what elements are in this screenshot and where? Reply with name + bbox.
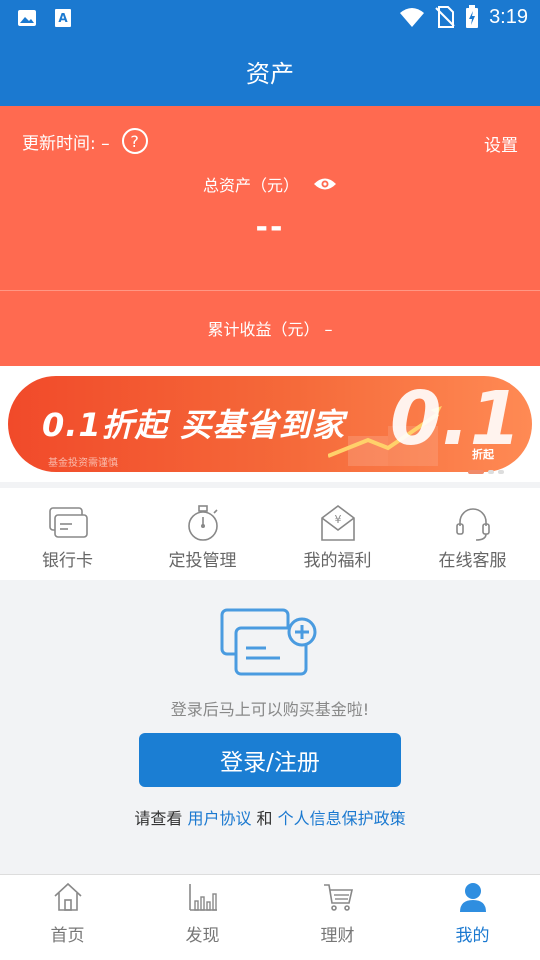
banner-headline: 0.1折起 买基省到家 xyxy=(42,406,345,444)
login-register-button[interactable]: 登录/注册 xyxy=(139,733,401,787)
user-icon xyxy=(459,883,486,912)
clock: 3:19 xyxy=(489,5,528,28)
wifi-icon xyxy=(400,8,425,27)
no-sim-icon xyxy=(435,6,455,28)
eye-icon[interactable] xyxy=(313,177,337,191)
svg-text:A: A xyxy=(58,11,68,25)
total-assets-value: -- xyxy=(255,210,285,245)
login-area: 登录后马上可以购买基金啦! 登录/注册 请查看 用户协议 和 个人信息保护政策 xyxy=(0,582,540,874)
svg-text:¥: ¥ xyxy=(334,513,341,526)
quick-label: 银行卡 xyxy=(42,551,93,571)
quick-label: 我的福利 xyxy=(303,551,372,571)
quick-menu: 银行卡 定投管理 ¥ 我的福利 在线客服 xyxy=(0,488,540,580)
carousel-dots xyxy=(468,470,504,474)
settings-link[interactable]: 设置 xyxy=(484,131,518,156)
banner-area: 0.1折起 买基省到家 基金投资需谨慎 0.1 折起 xyxy=(0,366,540,482)
privacy-policy-link[interactable]: 个人信息保护政策 xyxy=(278,809,406,828)
tab-discover[interactable]: 发现 xyxy=(135,875,270,960)
agreement-line: 请查看 用户协议 和 个人信息保护政策 xyxy=(0,805,540,829)
carousel-dot[interactable] xyxy=(498,470,504,474)
banner-disclaimer: 基金投资需谨慎 xyxy=(48,458,118,469)
page-title: 资产 xyxy=(246,60,294,88)
quick-item-online-service[interactable]: 在线客服 xyxy=(405,488,540,580)
total-assets-label: 总资产（元） xyxy=(202,176,299,195)
tab-home[interactable]: 首页 xyxy=(0,875,135,960)
carousel-dot[interactable] xyxy=(488,470,494,474)
quick-item-auto-invest[interactable]: 定投管理 xyxy=(135,488,270,580)
yuan-envelope-icon: ¥ xyxy=(320,505,355,541)
quick-item-bank-card[interactable]: 银行卡 xyxy=(0,488,135,580)
divider xyxy=(0,290,540,291)
total-assets-row: 总资产（元） xyxy=(0,172,540,196)
tab-label: 发现 xyxy=(185,926,220,946)
home-icon xyxy=(53,882,82,911)
login-tip: 登录后马上可以购买基金啦! xyxy=(170,700,370,719)
help-icon[interactable]: ? xyxy=(121,128,148,154)
tab-label: 首页 xyxy=(50,926,85,946)
add-card-icon xyxy=(220,608,317,676)
image-icon xyxy=(16,7,38,29)
user-agreement-link[interactable]: 用户协议 xyxy=(187,809,251,828)
asset-panel: 更新时间: – ? 设置 总资产（元） -- 累计收益（元） – xyxy=(0,106,540,366)
status-bar: A 3:19 xyxy=(0,0,540,36)
cumulative-income: 累计收益（元） – xyxy=(207,320,333,339)
carousel-dot-active[interactable] xyxy=(468,470,484,474)
battery-charging-icon xyxy=(466,5,479,28)
text-a-icon: A xyxy=(52,7,74,29)
quick-label: 在线客服 xyxy=(438,551,507,571)
stopwatch-icon xyxy=(187,505,218,541)
agreement-prefix: 请查看 xyxy=(134,809,183,828)
tab-label: 我的 xyxy=(455,926,490,946)
update-time-row: 更新时间: – ? xyxy=(22,128,148,154)
tab-label: 理财 xyxy=(320,926,355,946)
quick-item-benefits[interactable]: ¥ 我的福利 xyxy=(270,488,405,580)
promo-banner[interactable]: 0.1折起 买基省到家 基金投资需谨慎 0.1 折起 xyxy=(8,376,532,472)
tab-mine[interactable]: 我的 xyxy=(405,875,540,960)
cart-icon xyxy=(323,884,353,911)
banner-discount-label: 折起 xyxy=(472,448,494,461)
app-header: 资产 xyxy=(0,36,540,106)
chart-bars-icon xyxy=(188,884,217,911)
banner-big-number: 0.1 xyxy=(390,376,522,462)
tab-finance[interactable]: 理财 xyxy=(270,875,405,960)
update-time-label: 更新时间: – xyxy=(22,133,110,154)
agreement-and: 和 xyxy=(256,809,273,828)
bottom-tab-bar: 首页 发现 理财 我的 xyxy=(0,874,540,960)
headset-icon xyxy=(455,508,490,541)
quick-label: 定投管理 xyxy=(168,551,237,571)
bank-card-icon xyxy=(48,507,88,538)
